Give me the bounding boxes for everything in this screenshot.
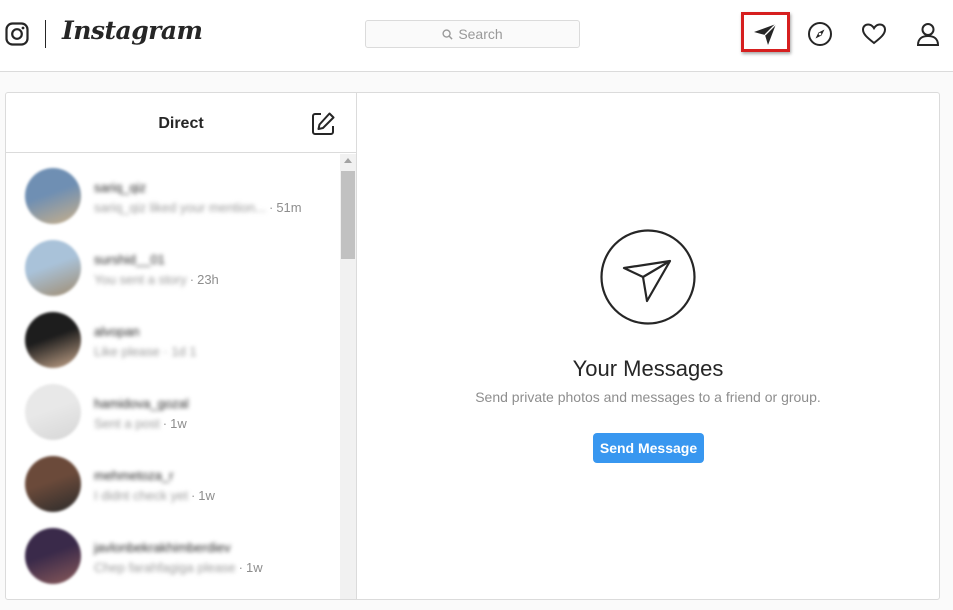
thread-username: hamidova_gozal: [94, 396, 189, 411]
logo-divider: [45, 20, 46, 48]
direct-inbox-panel: Direct sariq_qiz sariq_qiz liked your men…: [5, 92, 940, 600]
messages-empty-state: Your Messages Send private photos and me…: [357, 93, 939, 599]
thread-item[interactable]: hamidova_gozal Sent a post · 1w: [6, 370, 339, 442]
empty-state-title: Your Messages: [572, 356, 724, 381]
avatar: [25, 456, 81, 512]
scroll-up-arrow[interactable]: [344, 158, 352, 163]
instagram-wordmark[interactable]: Instagram: [62, 16, 203, 45]
scroll-thumb[interactable]: [341, 171, 355, 259]
thread-username: sariq_qiz: [94, 180, 147, 195]
thread-username: javlonbekrakhimberdiev: [94, 540, 231, 555]
compose-icon[interactable]: [310, 111, 336, 137]
thread-username: mehmetoza_r: [94, 468, 174, 483]
thread-list-scrollbar[interactable]: [340, 154, 356, 599]
thread-preview: sariq_qiz liked your mention...: [94, 200, 266, 215]
thread-username: alvopan: [94, 324, 140, 339]
thread-time: 23h: [197, 272, 219, 287]
thread-preview-line: Like please · 1d 1: [94, 344, 200, 359]
send-message-button[interactable]: Send Message: [593, 433, 704, 463]
empty-state-subtitle: Send private photos and messages to a fr…: [475, 389, 821, 405]
activity-heart-icon[interactable]: [861, 21, 887, 47]
thread-item[interactable]: alvopan Like please · 1d 1: [6, 298, 339, 370]
thread-preview: Chep farahfagiga please: [94, 560, 236, 575]
avatar: [25, 528, 81, 584]
conversation-list-pane: Direct sariq_qiz sariq_qiz liked your men…: [6, 93, 357, 599]
thread-preview: I didnt check yet: [94, 488, 188, 503]
search-icon: [442, 28, 453, 40]
avatar: [25, 168, 81, 224]
thread-item[interactable]: mehmetoza_r I didnt check yet · 1w: [6, 442, 339, 514]
direct-send-large-icon: [600, 229, 696, 325]
thread-item[interactable]: sariq_qiz sariq_qiz liked your mention...…: [6, 154, 339, 226]
avatar: [25, 384, 81, 440]
thread-preview-line: Chep farahfagiga please · 1w: [94, 560, 263, 575]
avatar: [25, 240, 81, 296]
profile-person-icon[interactable]: [915, 21, 941, 47]
thread-time: 1w: [246, 560, 263, 575]
search-placeholder: Search: [458, 26, 503, 42]
top-navigation-bar: Instagram Search: [0, 0, 953, 72]
direct-send-icon[interactable]: [752, 21, 778, 47]
thread-preview-line: I didnt check yet · 1w: [94, 488, 215, 503]
direct-title: Direct: [158, 115, 204, 132]
thread-preview-line: Sent a post · 1w: [94, 416, 187, 431]
instagram-glyph-icon[interactable]: [5, 22, 29, 46]
thread-list: sariq_qiz sariq_qiz liked your mention...…: [6, 154, 339, 599]
explore-compass-icon[interactable]: [807, 21, 833, 47]
thread-preview: You sent a story: [94, 272, 187, 287]
direct-header: Direct: [6, 93, 356, 153]
thread-time: 1w: [170, 416, 187, 431]
avatar: [25, 312, 81, 368]
search-input[interactable]: Search: [365, 20, 580, 48]
thread-preview-line: You sent a story · 23h: [94, 272, 219, 287]
thread-username: surshid__01: [94, 252, 165, 267]
thread-item[interactable]: javlonbekrakhimberdiev Chep farahfagiga p…: [6, 514, 339, 586]
thread-item[interactable]: surshid__01 You sent a story · 23h: [6, 226, 339, 298]
thread-preview: Sent a post: [94, 416, 160, 431]
thread-preview: Like please · 1d 1: [94, 344, 201, 359]
thread-time: 1w: [198, 488, 215, 503]
thread-time: 51m: [276, 200, 302, 215]
thread-preview-line: sariq_qiz liked your mention... · 51m: [94, 200, 302, 215]
